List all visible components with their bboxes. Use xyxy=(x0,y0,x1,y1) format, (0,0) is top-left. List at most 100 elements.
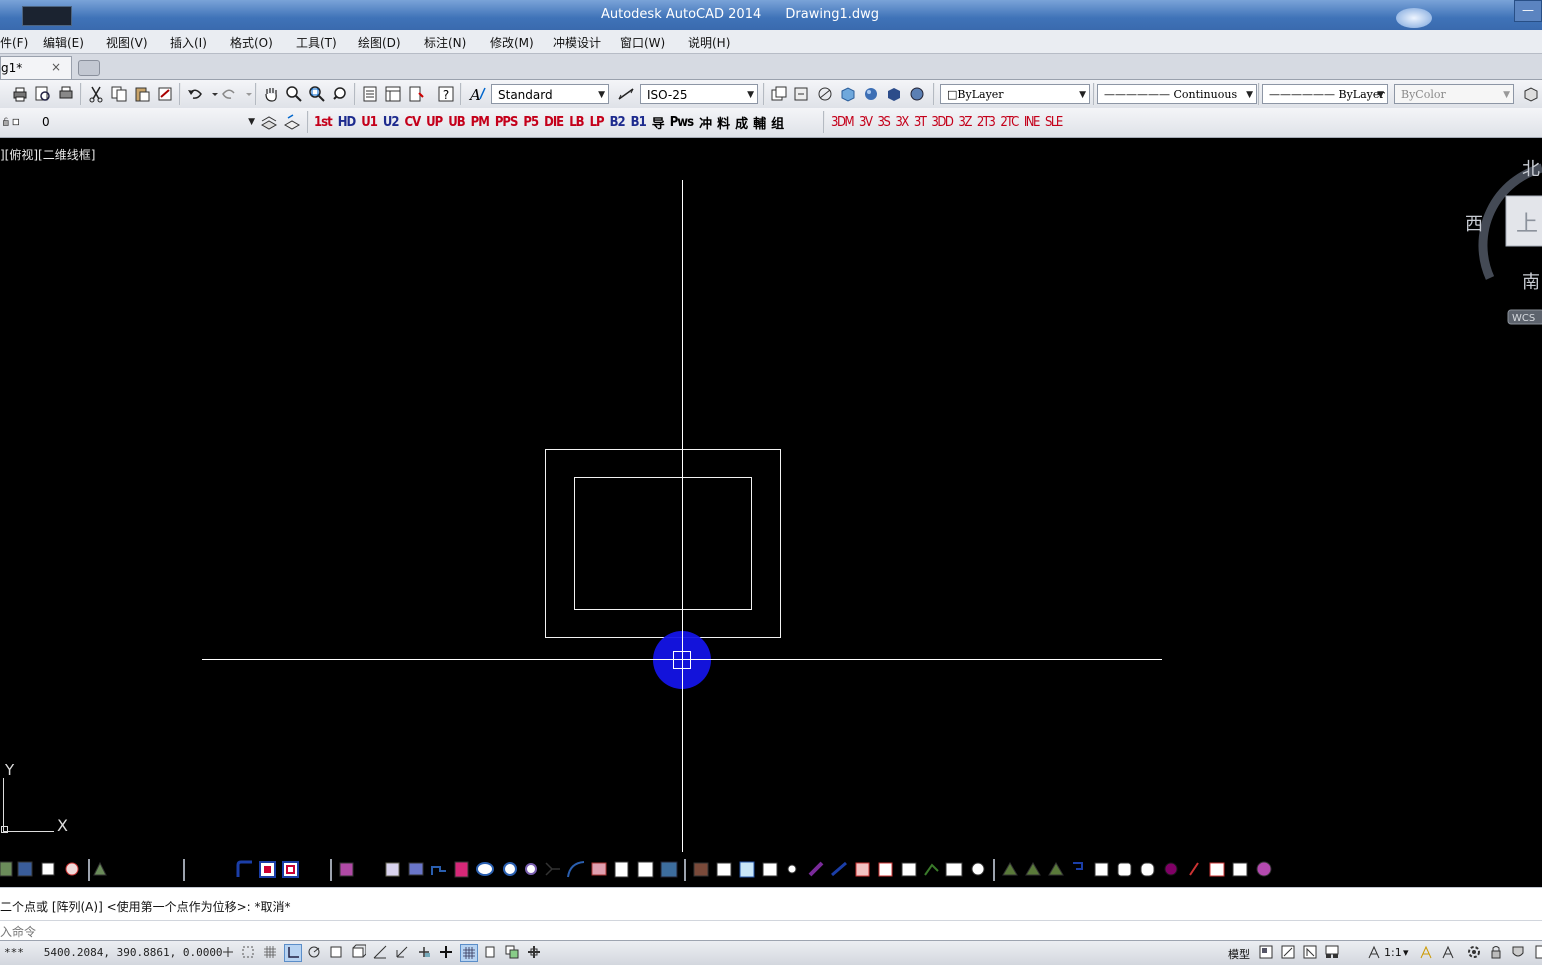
menu-insert[interactable]: 插入(I) xyxy=(170,34,207,51)
redo-icon[interactable] xyxy=(220,85,238,103)
viewcube-north-label[interactable]: 北 xyxy=(1522,159,1540,180)
menu-window[interactable]: 窗口(W) xyxy=(620,34,665,51)
shaded-style-icon[interactable] xyxy=(908,85,926,103)
print-preview-icon[interactable] xyxy=(34,85,52,103)
tool-p-icon[interactable] xyxy=(1048,862,1064,876)
layer-properties-icon[interactable] xyxy=(770,85,788,103)
layer-state-icons[interactable] xyxy=(2,113,28,131)
close-tab-icon[interactable]: × xyxy=(51,60,61,74)
3d-object-snap-icon[interactable] xyxy=(350,944,366,960)
region-tool-icon[interactable] xyxy=(591,862,607,876)
table-tool-icon[interactable] xyxy=(41,862,55,876)
tool-f-icon[interactable] xyxy=(808,861,824,877)
polar-tracking-icon[interactable] xyxy=(306,944,322,960)
3d-button-3v[interactable]: 3V xyxy=(859,115,873,130)
viewcube-west-label[interactable]: 西 xyxy=(1465,214,1483,235)
bottom-button-front[interactable]: 前 xyxy=(213,861,230,882)
paste-icon[interactable] xyxy=(133,85,151,103)
redo-dropdown-icon[interactable] xyxy=(240,85,252,103)
coordinate-display[interactable]: *** 5400.2084, 390.8861, 0.0000 xyxy=(4,946,223,959)
viewcube-south-label[interactable]: 南 xyxy=(1522,272,1540,293)
menu-view[interactable]: 视图(V) xyxy=(106,34,148,51)
object-snap-tracking-icon[interactable] xyxy=(372,944,388,960)
viewcube-top-label[interactable]: 上 xyxy=(1516,212,1538,237)
gradient-tool-icon[interactable] xyxy=(660,861,678,878)
zoom-realtime-icon[interactable] xyxy=(285,85,303,103)
tool-e-icon[interactable] xyxy=(787,864,797,874)
match-properties-icon[interactable] xyxy=(156,85,174,103)
tool-u-icon[interactable] xyxy=(1164,862,1178,876)
model-space-label[interactable]: 模型 xyxy=(1228,946,1250,962)
toolbar-lock-icon[interactable] xyxy=(1488,944,1504,960)
text-style-icon[interactable]: A xyxy=(468,85,486,103)
bottom-button-delete[interactable]: 刪 xyxy=(138,862,155,882)
text-style-select[interactable]: Standard ▼ xyxy=(491,84,609,104)
grid-display-icon[interactable] xyxy=(262,944,278,960)
triangle-tool-icon[interactable] xyxy=(93,861,107,876)
3d-button-3t[interactable]: 3T xyxy=(914,115,927,130)
tool-i-icon[interactable] xyxy=(878,862,893,877)
die-button-group[interactable]: 组 xyxy=(771,113,784,132)
menu-help[interactable]: 说明(H) xyxy=(688,34,730,51)
menu-tools[interactable]: 工具(T) xyxy=(296,34,337,51)
die-button-p5[interactable]: P5 xyxy=(523,115,539,130)
die-button-form[interactable]: 成 xyxy=(735,113,748,132)
tool-v-icon[interactable] xyxy=(1189,862,1199,876)
bottom-button-setup[interactable]: 設 xyxy=(190,861,208,882)
print-tool-icon[interactable] xyxy=(408,862,424,876)
circle-tool-icon[interactable] xyxy=(503,862,517,876)
design-center-icon[interactable] xyxy=(384,85,402,103)
dim-style-icon[interactable] xyxy=(617,85,635,103)
visual-style-3d-icon[interactable] xyxy=(839,85,857,103)
fillet-tool-icon[interactable] xyxy=(236,860,252,877)
tool-b-icon[interactable] xyxy=(716,862,732,877)
tool-g-icon[interactable] xyxy=(831,861,847,877)
print-icon[interactable] xyxy=(11,85,29,103)
tool-x-icon[interactable] xyxy=(1232,862,1248,877)
tool-y-icon[interactable] xyxy=(1256,861,1272,877)
bottom-button-nc[interactable]: NC xyxy=(305,865,325,880)
die-button-material[interactable]: 料 xyxy=(717,113,730,132)
help-icon[interactable]: ? xyxy=(437,85,455,103)
snap-mode-icon[interactable] xyxy=(240,944,256,960)
die-button-pws[interactable]: Pws xyxy=(670,115,694,130)
color-control-select[interactable]: □ByLayer ▼ xyxy=(940,84,1090,104)
insert-tool-icon[interactable] xyxy=(65,862,79,876)
mark-tool-icon[interactable] xyxy=(339,862,354,877)
workspace-switching-icon[interactable] xyxy=(1466,944,1482,960)
realistic-style-icon[interactable] xyxy=(862,85,880,103)
isolate-objects-icon[interactable] xyxy=(1532,944,1542,960)
die-button-die[interactable]: DIE xyxy=(544,115,564,130)
hardware-acceleration-icon[interactable] xyxy=(1510,944,1526,960)
die-button-u2[interactable]: U2 xyxy=(383,115,400,130)
visual-style-2d-icon[interactable] xyxy=(816,85,834,103)
grid-tool-icon[interactable] xyxy=(385,862,400,877)
tool-n-icon[interactable] xyxy=(1002,862,1018,876)
3d-button-3x[interactable]: 3X xyxy=(895,115,909,130)
block-tool-icon[interactable] xyxy=(17,861,33,877)
tool-r-icon[interactable] xyxy=(1094,862,1109,877)
layout-icon[interactable] xyxy=(1302,944,1318,960)
donut-tool-icon[interactable] xyxy=(525,863,537,875)
properties-icon[interactable] xyxy=(361,85,379,103)
lineweight-control-select[interactable]: —————— ByLayer ▼ xyxy=(1262,84,1388,104)
tool-w-icon[interactable] xyxy=(1209,862,1225,877)
annotation-visibility-icon[interactable] xyxy=(1418,944,1434,960)
ortho-mode-icon[interactable] xyxy=(284,944,302,962)
text-tool-icon[interactable] xyxy=(614,861,629,878)
bottom-button-stt[interactable]: STT xyxy=(360,865,381,878)
layer-select[interactable]: 0 ▼ xyxy=(40,112,258,132)
die-button-punch[interactable]: 冲 xyxy=(699,113,712,132)
tool-k-icon[interactable] xyxy=(924,863,939,876)
die-button-hd[interactable]: HD xyxy=(338,115,356,130)
3d-button-ine[interactable]: INE xyxy=(1024,115,1041,130)
bottom-button-summary[interactable]: 汇 xyxy=(162,862,179,882)
linetype-control-select[interactable]: —————— Continuous ▼ xyxy=(1097,84,1257,104)
tool-j-icon[interactable] xyxy=(901,862,917,877)
transparency-icon[interactable] xyxy=(460,944,478,962)
infer-constraints-icon[interactable] xyxy=(220,944,236,960)
3d-button-3s[interactable]: 3S xyxy=(877,115,890,130)
die-button-up[interactable]: UP xyxy=(426,115,443,130)
cut-icon[interactable] xyxy=(87,85,105,103)
plot-style-select[interactable]: ByColor ▼ xyxy=(1394,84,1514,104)
